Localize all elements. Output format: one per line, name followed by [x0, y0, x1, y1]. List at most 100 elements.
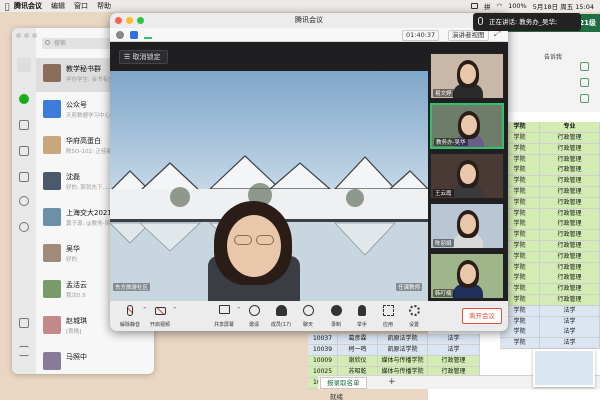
- menu-edit[interactable]: 编辑: [51, 1, 65, 11]
- participant-tile[interactable]: 教务办-吴华: [430, 103, 504, 149]
- grid-cell[interactable]: 行政管理: [540, 219, 600, 231]
- folder-icon[interactable]: [19, 172, 29, 182]
- toolbar-button-camera[interactable]: 开启视频 ^: [146, 301, 177, 331]
- grid-cell[interactable]: 葛彦霖: [338, 334, 378, 345]
- toolbar-button-mic-muted[interactable]: 解除静音 ^: [116, 301, 147, 331]
- toolbar-button-raise-hand[interactable]: 举手: [348, 301, 376, 331]
- contacts-icon[interactable]: [19, 120, 29, 130]
- participant-face: [460, 164, 476, 184]
- participant-tile[interactable]: 陈丽娟: [430, 203, 504, 249]
- grid-cell[interactable]: 柯一鸣: [338, 345, 378, 356]
- info-icon[interactable]: [116, 31, 124, 39]
- chats-icon[interactable]: [19, 94, 29, 104]
- participant-name: 易文婷: [433, 89, 454, 97]
- leave-meeting-button[interactable]: 离开会议: [462, 308, 502, 324]
- toolbar-button-members[interactable]: 成员(17): [267, 301, 295, 331]
- grid-cell[interactable]: 10039: [308, 345, 338, 356]
- sheet-tab[interactable]: 报录取名单: [320, 377, 367, 389]
- participant-tile[interactable]: 王云霞: [430, 153, 504, 199]
- apps-icon: [383, 305, 394, 316]
- chat-avatar: [43, 100, 61, 118]
- minimize-window-button[interactable]: [126, 17, 133, 24]
- moments-icon[interactable]: [19, 196, 29, 206]
- search-icon: [45, 40, 50, 45]
- grid-cell[interactable]: 行政管理: [540, 273, 600, 285]
- participant-tile[interactable]: 易文婷: [430, 53, 504, 99]
- menu-icon[interactable]: [19, 346, 29, 356]
- menu-app[interactable]: 腾讯会议: [14, 1, 42, 11]
- signal-icon[interactable]: [144, 31, 152, 39]
- chat-list-item[interactable]: 马照中: [36, 346, 154, 374]
- grid-cell[interactable]: 行政管理: [540, 143, 600, 155]
- apple-menu-icon[interactable]: : [0, 2, 14, 11]
- grid-cell[interactable]: 行政管理: [540, 230, 600, 242]
- grid-cell[interactable]: 行政管理: [540, 262, 600, 274]
- grid-cell[interactable]: 凯原法学院: [378, 334, 428, 345]
- grid-cell[interactable]: 法学: [428, 334, 480, 345]
- chat-name: 沈磊: [66, 173, 80, 181]
- screen-thumbnail[interactable]: [533, 349, 595, 387]
- toolbar-button-chat[interactable]: 聊天: [294, 301, 322, 331]
- grid-cell[interactable]: 法学: [428, 345, 480, 356]
- chevron-up-icon[interactable]: ^: [173, 307, 177, 313]
- chat-name: 赵城琪: [66, 317, 87, 325]
- grid-cell[interactable]: 媒体与传播学院: [378, 356, 428, 367]
- mini-program-icon[interactable]: [19, 222, 29, 232]
- menu-help[interactable]: 帮助: [97, 1, 111, 11]
- grid-cell[interactable]: 行政管理: [540, 197, 600, 209]
- wifi-icon[interactable]: ◠: [496, 2, 502, 10]
- chat-avatar: [43, 280, 61, 298]
- close-window-button[interactable]: [115, 17, 122, 24]
- ribbon-icon-3[interactable]: [580, 94, 589, 103]
- grid-cell[interactable]: 法学: [540, 305, 600, 317]
- grid-cell[interactable]: 行政管理: [540, 251, 600, 263]
- participant-tile[interactable]: 韩叮楠: [430, 253, 504, 299]
- grid-cell[interactable]: 行政管理: [540, 241, 600, 252]
- grid-cell[interactable]: 10037: [308, 334, 338, 345]
- grid-cell[interactable]: 行政管理: [540, 176, 600, 188]
- menu-window[interactable]: 窗口: [74, 1, 88, 11]
- participant-face: [461, 115, 477, 135]
- menubar-datetime[interactable]: 5月18日 周五 15:04: [533, 1, 594, 11]
- security-shield-icon[interactable]: [130, 31, 138, 39]
- grid-cell[interactable]: 行政管理: [540, 284, 600, 296]
- add-sheet-button[interactable]: +: [388, 377, 396, 388]
- toolbar-button-settings[interactable]: 设置: [400, 301, 428, 331]
- grid-cell[interactable]: 行政管理: [540, 133, 600, 144]
- phone-icon[interactable]: [19, 318, 29, 328]
- grid-cell[interactable]: 行政管理: [540, 295, 600, 306]
- toolbar-button-apps[interactable]: 应用: [374, 301, 402, 331]
- view-mode-button[interactable]: 演讲者视图: [448, 30, 489, 41]
- cancel-lock-button[interactable]: ☰ 取消锁定: [119, 50, 168, 64]
- ribbon-icon-1[interactable]: [580, 62, 589, 71]
- toolbar-label: 邀请: [248, 322, 259, 328]
- chat-avatar: [43, 244, 61, 262]
- favorites-icon[interactable]: [19, 146, 29, 156]
- meeting-window-title: 腾讯会议: [295, 16, 323, 24]
- toolbar-label: 共享屏幕: [213, 322, 234, 328]
- tell-me-tab[interactable]: 告诉我: [544, 52, 562, 61]
- battery-label[interactable]: 100%: [508, 2, 527, 10]
- screen-icon[interactable]: [470, 3, 478, 9]
- glasses-left: [234, 235, 252, 245]
- toolbar-label: 开启视频: [149, 322, 170, 328]
- grid-cell[interactable]: 谢欣仪: [338, 356, 378, 367]
- zoom-window-button[interactable]: [137, 17, 144, 24]
- input-method-icon[interactable]: 拼: [484, 1, 491, 11]
- grid-cell[interactable]: 行政管理: [540, 187, 600, 198]
- toolbar-button-share-screen[interactable]: 共享屏幕 ^: [210, 301, 241, 331]
- grid-cell[interactable]: 10009: [308, 356, 338, 367]
- toolbar-button-record[interactable]: 录制: [322, 301, 350, 331]
- wechat-user-avatar[interactable]: [17, 58, 31, 72]
- grid-cell[interactable]: 行政管理: [428, 356, 480, 367]
- grid-cell[interactable]: 凯原法学院: [378, 345, 428, 356]
- main-video[interactable]: 东方旅游社区 任课教师: [110, 71, 428, 301]
- grid-cell[interactable]: 行政管理: [540, 154, 600, 166]
- grid-cell[interactable]: 法学: [540, 316, 600, 328]
- participant-name: 教务办-吴华: [434, 138, 468, 146]
- ribbon-icon-2[interactable]: [580, 78, 589, 87]
- grid-cell[interactable]: 行政管理: [540, 208, 600, 220]
- toolbar-button-invite[interactable]: 邀请: [240, 301, 268, 331]
- grid-cell[interactable]: 行政管理: [540, 165, 600, 177]
- grid-header-cell[interactable]: 专业: [540, 122, 600, 133]
